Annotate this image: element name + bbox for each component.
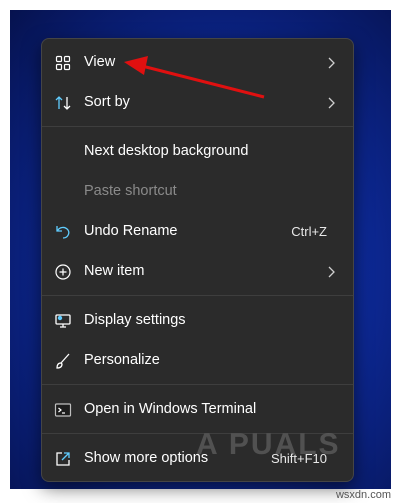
- annotation-arrow-icon: [124, 56, 265, 99]
